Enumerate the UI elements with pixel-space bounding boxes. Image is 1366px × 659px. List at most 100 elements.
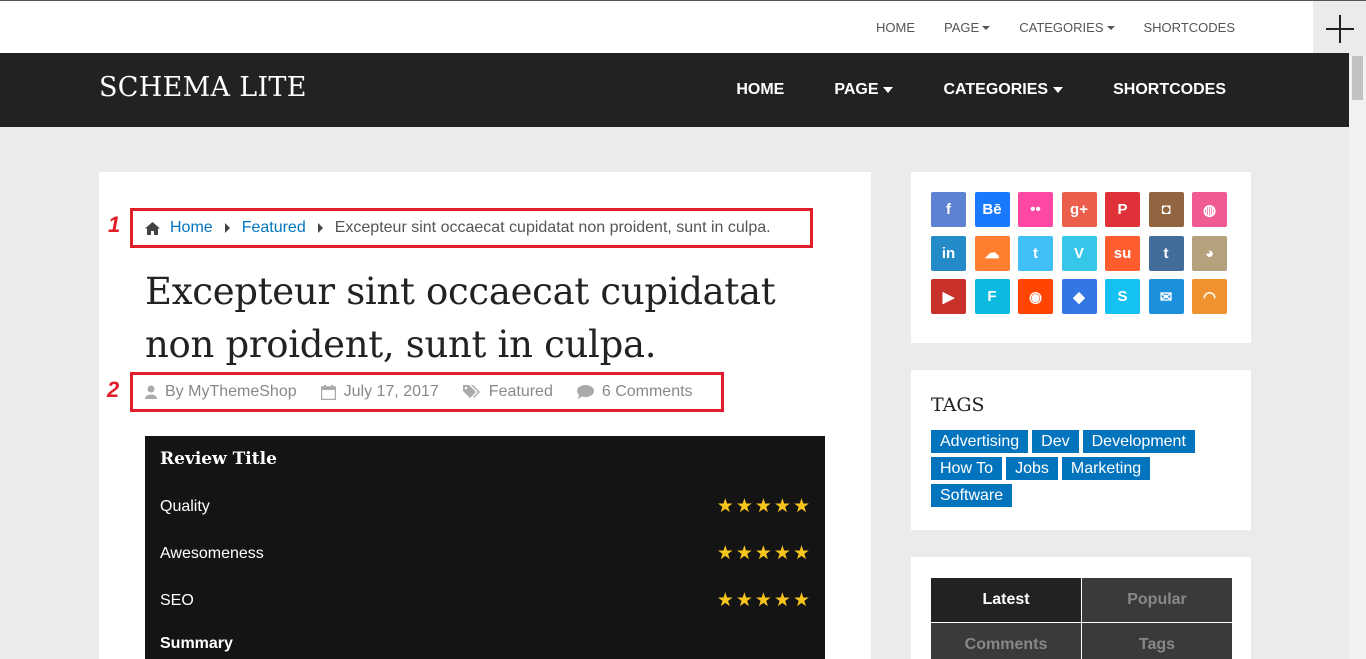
rss-icon[interactable]: ◠	[1192, 279, 1227, 314]
tab-tags[interactable]: Tags	[1082, 623, 1232, 659]
main-nav-categories[interactable]: CATEGORIES	[943, 81, 1064, 99]
vimeo-icon[interactable]: V	[1061, 235, 1097, 271]
review-criterion-label: Awesomeness	[160, 544, 264, 562]
google-plus-icon[interactable]: g+	[1061, 192, 1097, 227]
scrollbar-thumb[interactable]	[1352, 56, 1363, 100]
email-icon[interactable]: ✉	[1148, 279, 1184, 314]
post-category-label: Featured	[488, 383, 553, 400]
social-widget: f Bē •• g+ P ◘ ◍ in ☁ t Vsu t ◕ ▶ F ◉ ◆ S ✉ ◠	[911, 172, 1251, 343]
site-header: SCHEMA LITE HOME PAGE CATEGORIES SHORTCO…	[0, 53, 1349, 127]
pinterest-icon[interactable]: P	[1105, 192, 1140, 227]
star-icon: ★	[773, 496, 791, 517]
review-criterion: SEO ★ ★ ★ ★ ★	[160, 589, 810, 612]
skype-icon[interactable]: S	[1105, 279, 1140, 314]
youtube-icon[interactable]: ▶	[931, 279, 966, 314]
post-author[interactable]: By MyThemeShop	[145, 383, 297, 401]
main-nav-shortcodes-label: SHORTCODES	[1113, 81, 1226, 98]
tags-icon	[462, 385, 480, 398]
tab-comments[interactable]: Comments	[931, 623, 1081, 659]
top-nav-shortcodes[interactable]: SHORTCODES	[1144, 20, 1236, 35]
tag-link[interactable]: Development	[1082, 430, 1195, 453]
user-icon	[145, 385, 157, 399]
tag-link[interactable]: Dev	[1032, 430, 1079, 453]
soundcloud-icon[interactable]: ☁	[974, 235, 1010, 271]
plus-icon[interactable]	[1313, 1, 1366, 56]
post-title: Excepteur sint occaecat cupidatat non pr…	[145, 270, 776, 366]
facebook-icon[interactable]: f	[931, 192, 966, 227]
tag-list: Advertising Dev Development How To Jobs …	[931, 430, 1231, 511]
star-icon: ★	[773, 543, 791, 564]
tag-link[interactable]: Jobs	[1006, 457, 1058, 480]
top-nav-home[interactable]: HOME	[876, 20, 915, 35]
top-nav: HOME PAGE CATEGORIES SHORTCODES	[847, 1, 1235, 54]
home-icon	[145, 221, 160, 235]
reddit-icon[interactable]: ◉	[1018, 279, 1053, 314]
dribbble-icon[interactable]: ◍	[1192, 192, 1227, 227]
calendar-icon	[320, 384, 336, 400]
post-date: July 17, 2017	[320, 383, 439, 401]
tab-latest[interactable]: Latest	[931, 578, 1081, 622]
review-criterion: Awesomeness ★ ★ ★ ★ ★	[160, 542, 810, 565]
tabs-widget: Latest Popular Comments Tags	[911, 557, 1251, 659]
star-icon: ★	[735, 590, 753, 611]
instagram-icon[interactable]: ◘	[1148, 192, 1184, 227]
post-author-label: By MyThemeShop	[165, 383, 297, 400]
tags-widget-title: TAGS	[931, 394, 985, 416]
top-nav-home-label: HOME	[876, 20, 916, 35]
review-criterion-label: SEO	[160, 591, 194, 609]
star-icon: ★	[716, 590, 734, 611]
post-comments[interactable]: 6 Comments	[576, 383, 693, 401]
breadcrumb-category-link[interactable]: Featured	[242, 219, 306, 237]
star-rating: ★ ★ ★ ★ ★	[715, 589, 810, 612]
chevron-right-icon	[224, 223, 230, 233]
behance-icon[interactable]: Bē	[974, 192, 1010, 227]
twitter-icon[interactable]: t	[1018, 235, 1053, 271]
star-icon: ★	[716, 496, 734, 517]
caret-down-icon	[1053, 87, 1064, 93]
scrollbar-track[interactable]	[1349, 56, 1366, 659]
star-rating: ★ ★ ★ ★ ★	[715, 495, 810, 518]
dropbox-icon[interactable]: ◆	[1061, 279, 1097, 314]
caret-down-icon	[982, 25, 991, 30]
tag-link[interactable]: Advertising	[931, 430, 1029, 453]
star-icon: ★	[773, 590, 791, 611]
star-icon: ★	[792, 496, 810, 517]
breadcrumb-current: Excepteur sint occaecat cupidatat non pr…	[334, 219, 771, 236]
github-icon[interactable]: ◕	[1192, 235, 1227, 271]
linkedin-icon[interactable]: in	[931, 235, 966, 271]
star-icon: ★	[792, 543, 810, 564]
top-nav-categories[interactable]: CATEGORIES	[1019, 20, 1115, 35]
post-category[interactable]: Featured	[462, 383, 553, 401]
main-nav: HOME PAGE CATEGORIES SHORTCODES	[686, 53, 1226, 127]
top-nav-page-label: PAGE	[944, 20, 980, 35]
star-icon: ★	[754, 496, 772, 517]
breadcrumb: Home Featured Excepteur sint occaecat cu…	[145, 219, 771, 237]
tag-link[interactable]: How To	[931, 457, 1003, 480]
main-nav-home[interactable]: HOME	[736, 81, 784, 99]
star-rating: ★ ★ ★ ★ ★	[715, 542, 810, 565]
main-nav-shortcodes[interactable]: SHORTCODES	[1113, 81, 1226, 99]
post-meta: By MyThemeShop July 17, 2017 Featured 6 …	[145, 383, 717, 401]
review-summary-label: Summary	[160, 635, 233, 652]
annotation-number-2: 2	[107, 377, 120, 402]
star-icon: ★	[735, 543, 753, 564]
flickr-icon[interactable]: ••	[1018, 192, 1053, 227]
breadcrumb-home-link[interactable]: Home	[170, 219, 213, 237]
main-nav-page-label: PAGE	[834, 81, 879, 98]
chevron-right-icon	[317, 223, 323, 233]
top-nav-shortcodes-label: SHORTCODES	[1143, 20, 1236, 35]
post-comments-label: 6 Comments	[601, 383, 693, 400]
tumblr-icon[interactable]: t	[1148, 235, 1184, 271]
caret-down-icon	[883, 87, 894, 93]
top-nav-page[interactable]: PAGE	[944, 20, 991, 35]
foursquare-icon[interactable]: F	[974, 279, 1010, 314]
annotation-number-1: 1	[108, 212, 121, 237]
tag-link[interactable]: Marketing	[1061, 457, 1151, 480]
main-nav-page[interactable]: PAGE	[834, 81, 894, 99]
site-logo[interactable]: SCHEMA LITE	[99, 72, 307, 103]
stumbleupon-icon[interactable]: su	[1105, 235, 1140, 271]
star-icon: ★	[716, 543, 734, 564]
tag-link[interactable]: Software	[931, 484, 1013, 507]
post-date-label: July 17, 2017	[343, 383, 439, 400]
tab-popular[interactable]: Popular	[1082, 578, 1232, 622]
